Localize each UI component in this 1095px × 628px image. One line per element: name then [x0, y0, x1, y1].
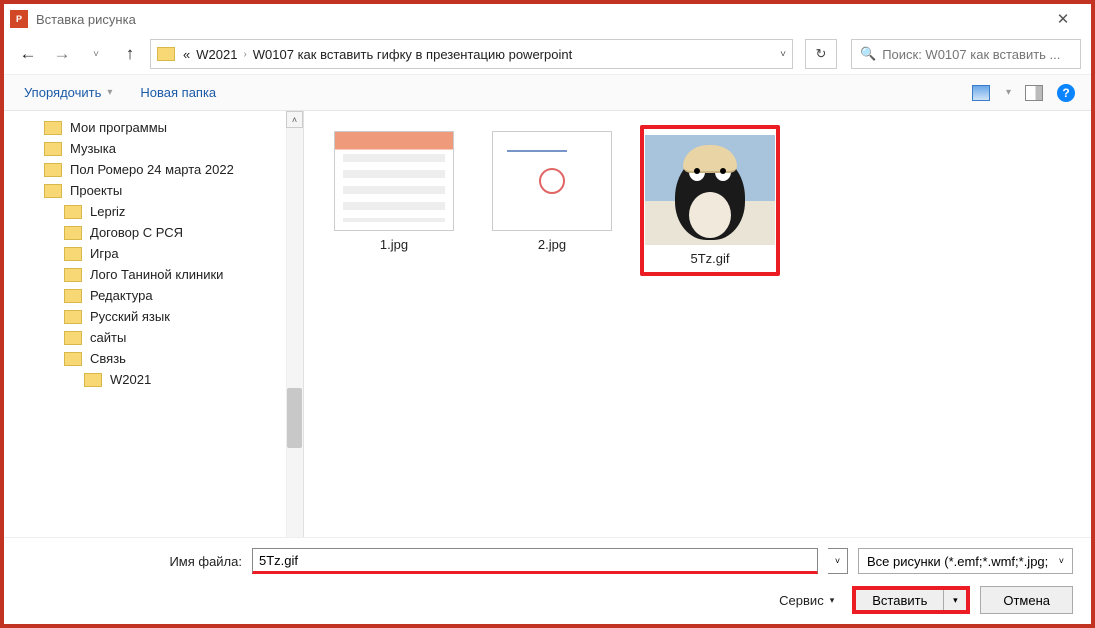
tree-item-label: Редактура	[90, 288, 153, 303]
organize-label: Упорядочить	[24, 85, 101, 100]
folder-icon	[64, 268, 82, 282]
cancel-button[interactable]: Отмена	[980, 586, 1073, 614]
folder-icon	[64, 205, 82, 219]
titlebar: P Вставка рисунка ✕	[4, 4, 1091, 34]
breadcrumb[interactable]: « W2021 › W0107 как вставить гифку в пре…	[183, 47, 772, 62]
dialog-title: Вставка рисунка	[36, 12, 1041, 27]
breadcrumb-item[interactable]: W2021	[196, 47, 237, 62]
folder-icon	[64, 226, 82, 240]
chevron-down-icon: ▾	[107, 87, 112, 98]
breadcrumb-item[interactable]: W0107 как вставить гифку в презентацию p…	[253, 47, 572, 62]
filetype-label: Все рисунки (*.emf;*.wmf;*.jpg;	[867, 554, 1048, 569]
tree-item[interactable]: Пол Ромеро 24 марта 2022	[4, 159, 303, 180]
filename-input[interactable]	[259, 549, 811, 571]
insert-label[interactable]: Вставить	[856, 590, 944, 610]
insert-dropdown[interactable]: ▾	[944, 590, 966, 610]
filetype-dropdown[interactable]: Все рисунки (*.emf;*.wmf;*.jpg; ˅	[858, 548, 1073, 574]
tree-item[interactable]: Музыка	[4, 138, 303, 159]
folder-icon	[64, 247, 82, 261]
scrollbar-track[interactable]	[286, 128, 303, 537]
file-grid: 1.jpg 2.jpg 5Tz.gif	[304, 111, 1091, 537]
new-folder-button[interactable]: Новая папка	[136, 81, 220, 104]
tree-item[interactable]: W2021	[4, 369, 303, 390]
service-button[interactable]: Сервис ▾	[771, 589, 842, 612]
folder-icon	[44, 184, 62, 198]
tree-item[interactable]: Русский язык	[4, 306, 303, 327]
navbar: ← → ˅ ↑ « W2021 › W0107 как вставить гиф…	[4, 34, 1091, 74]
file-item[interactable]: 2.jpg	[482, 125, 622, 258]
organize-button[interactable]: Упорядочить ▾	[20, 81, 116, 104]
powerpoint-icon: P	[10, 10, 28, 28]
chevron-down-icon: ˅	[1059, 556, 1064, 566]
folder-icon	[64, 310, 82, 324]
folder-icon	[44, 121, 62, 135]
forward-button[interactable]: →	[48, 40, 76, 68]
toolbar: Упорядочить ▾ Новая папка ▾ ?	[4, 74, 1091, 111]
breadcrumb-dropdown[interactable]: ˅	[780, 49, 786, 60]
close-button[interactable]: ✕	[1041, 10, 1085, 28]
up-button[interactable]: ↑	[116, 40, 144, 68]
file-name: 5Tz.gif	[690, 251, 729, 266]
tree-item-label: сайты	[90, 330, 126, 345]
file-thumbnail	[334, 131, 454, 231]
tree-item-label: Связь	[90, 351, 126, 366]
bottom-bar: Имя файла: ˅ Все рисунки (*.emf;*.wmf;*.…	[4, 537, 1091, 624]
tree-item-label: Пол Ромеро 24 марта 2022	[70, 162, 234, 177]
file-item[interactable]: 1.jpg	[324, 125, 464, 258]
tree-item[interactable]: Lepriz	[4, 201, 303, 222]
scroll-up-button[interactable]: ˄	[286, 111, 303, 128]
tree-item[interactable]: Игра	[4, 243, 303, 264]
view-mode-button[interactable]	[972, 85, 990, 101]
folder-icon	[84, 373, 102, 387]
search-input[interactable]	[882, 47, 1072, 62]
tree-item-label: Lepriz	[90, 204, 125, 219]
folder-icon	[64, 289, 82, 303]
file-item[interactable]: 5Tz.gif	[640, 125, 780, 276]
file-thumbnail	[645, 135, 775, 245]
tree-item-label: Мои программы	[70, 120, 167, 135]
folder-icon	[44, 142, 62, 156]
tree-item-label: Лого Таниной клиники	[90, 267, 223, 282]
filename-input-wrap[interactable]	[252, 548, 818, 574]
chevron-right-icon: ›	[243, 49, 246, 60]
cancel-label: Отмена	[1003, 593, 1050, 608]
tree-item-label: Договор С РСЯ	[90, 225, 183, 240]
tree-item[interactable]: Договор С РСЯ	[4, 222, 303, 243]
filename-label: Имя файла:	[22, 554, 242, 569]
scrollbar-thumb[interactable]	[287, 388, 302, 448]
chevron-down-icon[interactable]: ▾	[1006, 87, 1011, 98]
tree-item[interactable]: Проекты	[4, 180, 303, 201]
breadcrumb-bar[interactable]: « W2021 › W0107 как вставить гифку в пре…	[150, 39, 793, 69]
breadcrumb-prefix: «	[183, 47, 190, 62]
file-name: 1.jpg	[380, 237, 408, 252]
folder-tree: ˄ Мои программы Музыка Пол Ромеро 24 марта…	[4, 111, 304, 537]
folder-icon	[44, 163, 62, 177]
tree-item[interactable]: Мои программы	[4, 117, 303, 138]
folder-icon	[64, 352, 82, 366]
file-thumbnail	[492, 131, 612, 231]
filename-dropdown[interactable]: ˅	[828, 548, 848, 574]
help-button[interactable]: ?	[1057, 84, 1075, 102]
back-button[interactable]: ←	[14, 40, 42, 68]
tree-item[interactable]: Лого Таниной клиники	[4, 264, 303, 285]
tree-item-label: Проекты	[70, 183, 122, 198]
file-name: 2.jpg	[538, 237, 566, 252]
service-label: Сервис	[779, 593, 824, 608]
tree-item[interactable]: сайты	[4, 327, 303, 348]
folder-icon	[64, 331, 82, 345]
tree-item-label: Русский язык	[90, 309, 170, 324]
tree-item[interactable]: Связь	[4, 348, 303, 369]
recent-dropdown[interactable]: ˅	[82, 40, 110, 68]
search-field[interactable]: 🔍	[851, 39, 1081, 69]
tree-item-label: Игра	[90, 246, 119, 261]
search-icon: 🔍	[860, 46, 876, 62]
insert-button[interactable]: Вставить ▾	[852, 586, 970, 614]
chevron-down-icon: ▾	[830, 595, 835, 606]
refresh-button[interactable]: ↻	[805, 39, 837, 69]
folder-icon	[157, 47, 175, 61]
tree-item[interactable]: Редактура	[4, 285, 303, 306]
preview-pane-button[interactable]	[1025, 85, 1043, 101]
tree-item-label: Музыка	[70, 141, 116, 156]
tree-item-label: W2021	[110, 372, 151, 387]
